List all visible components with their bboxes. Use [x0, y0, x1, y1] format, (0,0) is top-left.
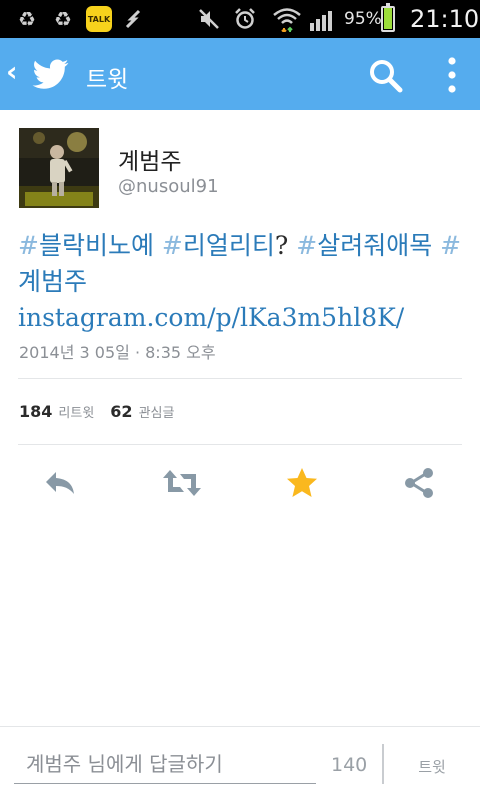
- page-title: 트윗: [86, 67, 129, 93]
- tweet-button[interactable]: 트윗: [406, 752, 458, 780]
- favorite-count[interactable]: 62: [110, 402, 132, 421]
- display-name[interactable]: 계범주: [118, 142, 181, 176]
- search-icon[interactable]: [368, 58, 404, 94]
- tweet-stats: 184 리트윗 62 관심글: [19, 402, 174, 421]
- reply-icon[interactable]: [42, 466, 78, 500]
- hashtag-symbol: #: [161, 231, 183, 260]
- tweet-text: #블락비노예 #리얼리티? #살려줘애목 #계범주 instagram.com/…: [18, 228, 468, 336]
- hashtag-symbol: #: [18, 231, 39, 260]
- retweet-icon[interactable]: [162, 466, 202, 500]
- battery-icon: [381, 3, 395, 32]
- twitter-bird-icon[interactable]: [32, 56, 70, 92]
- mute-icon: [196, 7, 222, 31]
- text-space: [432, 231, 440, 260]
- favorite-star-icon[interactable]: [284, 466, 320, 500]
- divider: [18, 444, 462, 445]
- hashtag-link[interactable]: 계범주: [18, 267, 87, 296]
- hashtag-symbol: #: [296, 231, 318, 260]
- status-bar: ♻ ♻ TALK 95% 21:10: [0, 0, 480, 38]
- kakaotalk-icon: TALK: [86, 6, 112, 32]
- recycle-icon: ♻: [18, 7, 36, 31]
- back-chevron-icon[interactable]: ‹: [6, 58, 18, 86]
- reply-input[interactable]: [14, 748, 316, 784]
- signal-icon: [308, 7, 338, 31]
- usb-debug-icon: [120, 7, 146, 31]
- share-icon[interactable]: [402, 466, 438, 500]
- divider: [382, 744, 384, 784]
- favorite-label[interactable]: 관심글: [139, 406, 175, 421]
- char-counter: 140: [331, 754, 368, 776]
- composer-divider: [0, 726, 480, 727]
- action-bar: ‹ 트윗: [0, 38, 480, 110]
- hashtag-symbol: #: [440, 231, 462, 260]
- clock: 21:10: [410, 5, 480, 33]
- divider: [18, 378, 462, 379]
- avatar[interactable]: [19, 128, 99, 208]
- hashtag-link[interactable]: 블락비노예: [39, 231, 154, 260]
- tweet-timestamp: 2014년 3 05일 · 8:35 오후: [19, 343, 216, 362]
- battery-percent: 95%: [344, 9, 382, 29]
- user-handle[interactable]: @nusoul91: [118, 176, 219, 197]
- wifi-icon: [272, 7, 302, 32]
- tweet-plain-text: ?: [274, 231, 297, 260]
- recycle-icon: ♻: [54, 7, 72, 31]
- retweet-count[interactable]: 184: [19, 402, 52, 421]
- hashtag-link[interactable]: 리얼리티: [183, 231, 275, 260]
- hashtag-link[interactable]: 살려줘애목: [317, 231, 432, 260]
- retweet-label[interactable]: 리트윗: [58, 406, 94, 421]
- overflow-menu-icon[interactable]: [438, 56, 466, 94]
- text-space: [154, 231, 162, 260]
- url-link[interactable]: instagram.com/p/lKa3m5hl8K/: [18, 303, 404, 332]
- alarm-icon: [232, 7, 258, 31]
